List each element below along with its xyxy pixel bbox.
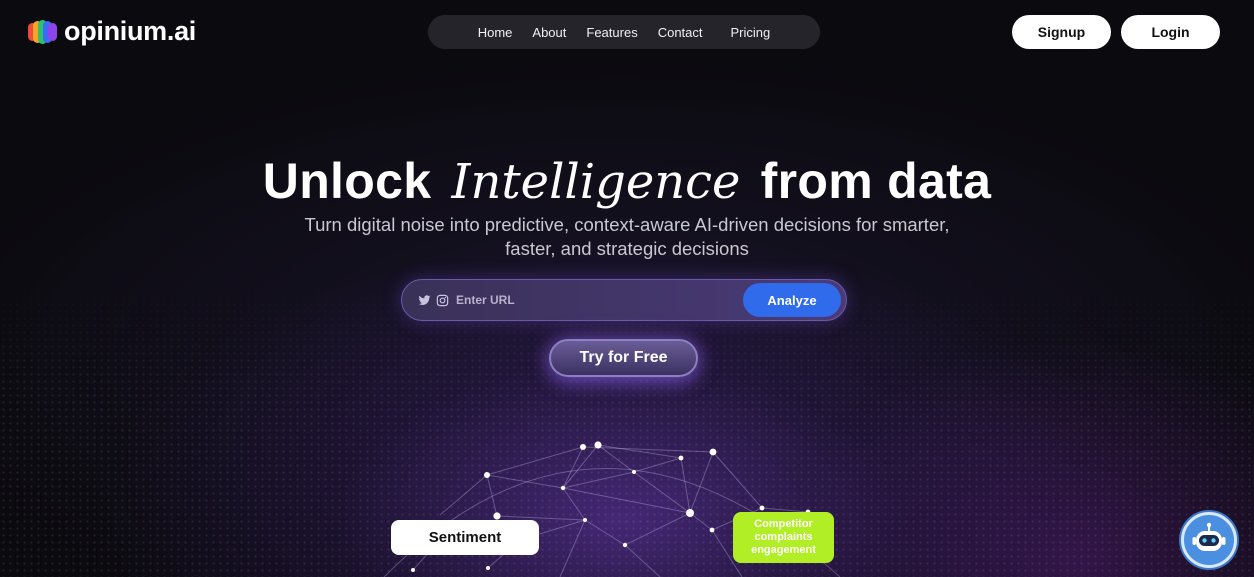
signup-button[interactable]: Signup — [1012, 15, 1111, 49]
competitor-tag: Competitor complaints engagement — [733, 512, 834, 563]
brand-name: opinium.ai — [64, 16, 197, 46]
competitor-tag-line: engagement — [751, 544, 816, 556]
login-button[interactable]: Login — [1121, 15, 1220, 49]
try-for-free-button[interactable]: Try for Free — [549, 339, 698, 377]
competitor-tag-line: Competitor — [754, 518, 813, 530]
chatbot-button[interactable] — [1181, 512, 1237, 568]
nav-item-home[interactable]: Home — [468, 25, 523, 40]
nav-item-contact[interactable]: Contact — [648, 25, 713, 40]
hero-subtitle: Turn digital noise into predictive, cont… — [304, 214, 950, 259]
brand-logo[interactable]: opinium.ai — [28, 16, 196, 47]
analyze-button[interactable]: Analyze — [743, 283, 841, 317]
page: opinium.ai Home About Features Contact P… — [0, 0, 1254, 577]
brand-logo-icon — [28, 19, 57, 44]
hero-title-part1: Unlock — [262, 153, 432, 209]
url-input[interactable] — [456, 293, 726, 307]
hero-title-accent: Intelligence — [451, 154, 741, 210]
url-search-bar: Analyze — [401, 279, 847, 321]
main-nav: Home About Features Contact Pricing — [428, 15, 820, 49]
hero-title-part2: from data — [760, 153, 992, 209]
twitter-icon — [418, 294, 431, 307]
hero-title: Unlock Intelligence from data — [0, 152, 1254, 210]
robot-icon — [1192, 522, 1226, 551]
nav-item-features[interactable]: Features — [576, 25, 647, 40]
nav-item-about[interactable]: About — [522, 25, 576, 40]
instagram-icon — [436, 294, 449, 307]
nav-item-pricing[interactable]: Pricing — [721, 25, 781, 40]
competitor-tag-line: complaints — [754, 531, 813, 543]
sentiment-tag: Sentiment — [391, 520, 539, 555]
